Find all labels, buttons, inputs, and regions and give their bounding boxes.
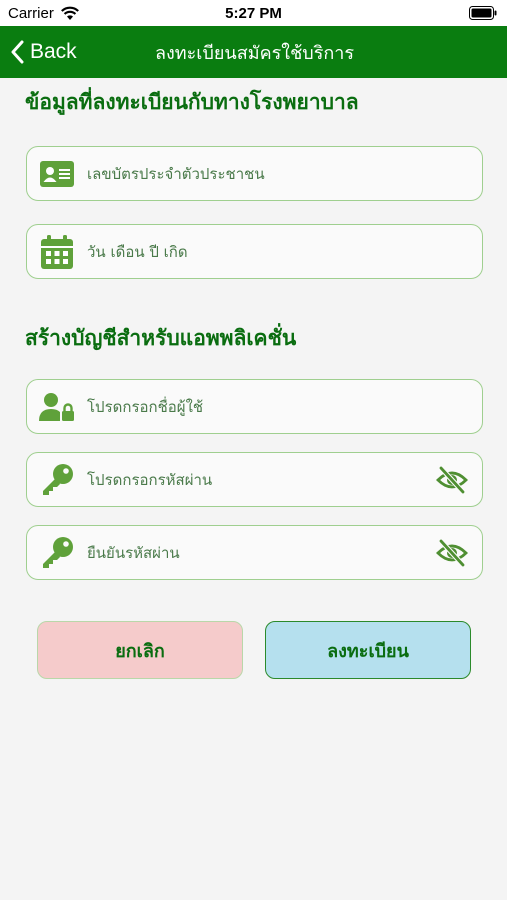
key-icon (39, 462, 75, 498)
password-field (26, 452, 483, 507)
calendar-icon (39, 234, 75, 270)
status-bar: Carrier 5:27 PM (0, 0, 507, 26)
key-icon (39, 535, 75, 571)
eye-slash-icon[interactable] (436, 538, 468, 567)
id-card-icon (39, 156, 75, 192)
id-card-field (26, 146, 483, 201)
eye-slash-icon[interactable] (436, 465, 468, 494)
birthdate-input[interactable] (87, 225, 426, 278)
register-button[interactable]: ลงทะเบียน (265, 621, 471, 679)
navigation-bar: Back ลงทะเบียนสมัครใช้บริการ (0, 26, 507, 78)
user-lock-icon (39, 389, 75, 425)
page-title: ลงทะเบียนสมัครใช้บริการ (154, 42, 355, 64)
cancel-button[interactable]: ยกเลิก (37, 621, 243, 679)
birthdate-field (26, 224, 483, 279)
clock: 5:27 PM (225, 5, 282, 22)
battery-icon (469, 6, 497, 20)
password-input[interactable] (87, 453, 426, 506)
username-field (26, 379, 483, 434)
confirm-password-input[interactable] (87, 526, 426, 579)
account-section-title: สร้างบัญชีสำหรับแอพพลิเคชั่น (25, 326, 297, 350)
id-card-input[interactable] (87, 147, 426, 200)
confirm-password-field (26, 525, 483, 580)
username-input[interactable] (87, 380, 426, 433)
hospital-section-title: ข้อมูลที่ลงทะเบียนกับทางโรงพยาบาล (25, 90, 359, 114)
